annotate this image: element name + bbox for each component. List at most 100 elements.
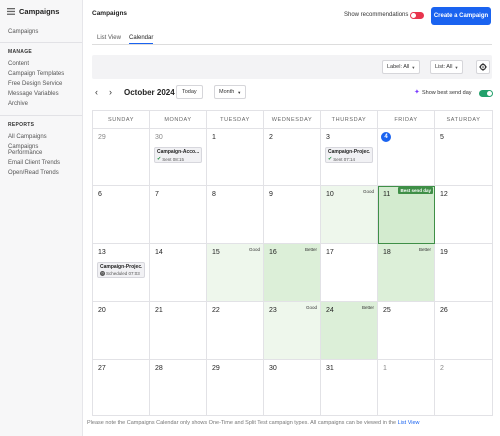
day-number: 2 xyxy=(440,365,444,372)
chevron-down-icon: ▼ xyxy=(237,89,242,95)
view-select[interactable]: Month ▼ xyxy=(214,85,247,99)
day-number: 28 xyxy=(155,365,163,372)
day-cell[interactable]: 25 xyxy=(378,302,435,360)
day-cell[interactable]: 12 xyxy=(435,186,492,244)
day-cell[interactable]: 7 xyxy=(150,186,207,244)
weekday-saturday: SATURDAY xyxy=(446,117,481,123)
sidebar-item-free-design-service[interactable]: Free Design Service xyxy=(0,79,82,89)
sidebar-item-email-client-trends[interactable]: Email Client Trends xyxy=(0,158,82,168)
day-cell-good[interactable]: 15 Good xyxy=(207,244,264,302)
prev-month-icon[interactable]: ‹ xyxy=(95,87,98,97)
day-number: 22 xyxy=(212,307,220,314)
sidebar-item-archive[interactable]: Archive xyxy=(0,99,82,109)
today-button[interactable]: Today xyxy=(176,85,203,99)
day-cell[interactable]: 19 xyxy=(435,244,492,302)
day-cell-best[interactable]: 11 Best send day xyxy=(378,186,435,244)
sidebar-brand: Campaigns xyxy=(0,0,82,22)
day-number: 29 xyxy=(98,134,106,141)
weekday-tuesday: TUESDAY xyxy=(207,111,264,129)
day-number: 9 xyxy=(269,191,273,198)
day-cell[interactable]: 29 xyxy=(207,360,264,415)
day-cell[interactable]: 9 xyxy=(264,186,321,244)
campaigns-icon xyxy=(7,7,15,15)
tab-calendar[interactable]: Calendar xyxy=(129,35,154,44)
campaign-event[interactable]: Campaign-Projec... ◷ Scheduled 07:03 xyxy=(97,262,145,278)
sidebar-item-open-read-trends[interactable]: Open/Read Trends xyxy=(0,168,82,178)
send-day-tag: Good xyxy=(248,247,260,252)
view-tabs: List View Calendar xyxy=(92,34,492,45)
day-cell-today[interactable]: 4 xyxy=(378,129,435,186)
sparkle-icon: ✦ xyxy=(414,89,420,96)
toggle-knob xyxy=(411,13,416,18)
list-view-link[interactable]: List View xyxy=(398,420,420,426)
best-send-day-label: Show best send day xyxy=(422,90,472,96)
sidebar-item-all-campaigns[interactable]: All Campaigns xyxy=(0,132,82,142)
day-number: 14 xyxy=(155,249,163,256)
day-cell[interactable]: 29 xyxy=(93,129,150,186)
sidebar-item-campaigns[interactable]: Campaigns xyxy=(0,27,82,37)
sidebar-section-manage: MANAGE xyxy=(8,49,33,55)
day-cell[interactable]: 22 xyxy=(207,302,264,360)
day-number: 2 xyxy=(269,134,273,141)
day-number: 6 xyxy=(98,191,102,198)
tab-list-view[interactable]: List View xyxy=(97,35,121,41)
day-cell[interactable]: 5 xyxy=(435,129,492,186)
sidebar-section-reports: REPORTS xyxy=(8,122,35,128)
calendar-grid: SUNDAY MONDAY TUESDAY WEDNESDAY THURSDAY… xyxy=(92,110,493,416)
day-number: 3 xyxy=(326,134,330,141)
day-cell-good[interactable]: 23 Good xyxy=(264,302,321,360)
day-cell[interactable]: 30 Campaign-Acco... ✔ Sent 08:15 xyxy=(150,129,207,186)
event-title: Campaign-Acco... xyxy=(157,149,199,155)
day-cell-better[interactable]: 24 Better xyxy=(321,302,378,360)
next-month-icon[interactable]: › xyxy=(109,87,112,97)
day-cell[interactable]: 20 xyxy=(93,302,150,360)
gear-icon xyxy=(479,63,487,71)
day-cell[interactable]: 17 xyxy=(321,244,378,302)
day-number: 30 xyxy=(155,134,163,141)
day-cell[interactable]: 14 xyxy=(150,244,207,302)
day-cell[interactable]: 28 xyxy=(150,360,207,415)
main-content: Campaigns Show recommendations Create a … xyxy=(84,0,500,436)
weekday-friday: FRIDAY xyxy=(378,111,435,129)
day-cell[interactable]: 2 xyxy=(435,360,492,415)
day-cell[interactable]: 3 Campaign-Projec... ✔ Sent 07:14 xyxy=(321,129,378,186)
label-filter-dropdown[interactable]: Label: All ▼ xyxy=(382,60,421,74)
day-number: 30 xyxy=(269,365,277,372)
day-number: 27 xyxy=(98,365,106,372)
day-cell[interactable]: 8 xyxy=(207,186,264,244)
sidebar-item-campaigns-performance[interactable]: Campaigns Performance xyxy=(0,142,82,158)
sidebar-item-content[interactable]: Content xyxy=(0,59,82,69)
weekday-wednesday: WEDNESDAY xyxy=(264,111,321,129)
sidebar-item-message-variables[interactable]: Message Variables xyxy=(0,89,82,99)
day-cell[interactable]: 1 xyxy=(378,360,435,415)
create-campaign-button[interactable]: Create a Campaign xyxy=(431,7,491,25)
day-number: 1 xyxy=(212,134,216,141)
weekday-header: SUNDAY MONDAY TUESDAY WEDNESDAY THURSDAY… xyxy=(93,111,492,129)
day-number: 1 xyxy=(383,365,387,372)
day-number: 5 xyxy=(440,134,444,141)
day-cell-good[interactable]: 10 Good xyxy=(321,186,378,244)
campaign-event[interactable]: Campaign-Projec... ✔ Sent 07:14 xyxy=(325,147,373,163)
toggle-knob xyxy=(487,91,492,96)
send-day-tag: Good xyxy=(362,189,374,194)
best-send-day-toggle[interactable] xyxy=(479,90,493,97)
send-day-tag: Better xyxy=(418,247,431,252)
day-cell[interactable]: 1 xyxy=(207,129,264,186)
sidebar-item-campaign-templates[interactable]: Campaign Templates xyxy=(0,69,82,79)
calendar-nav: ‹ › October 2024 Today Month ▼ ✦ Show be… xyxy=(92,85,493,101)
day-cell[interactable]: 30 xyxy=(264,360,321,415)
day-cell[interactable]: 6 xyxy=(93,186,150,244)
campaign-event[interactable]: Campaign-Acco... ✔ Sent 08:15 xyxy=(154,147,202,163)
list-filter-dropdown[interactable]: List: All ▼ xyxy=(430,60,464,74)
day-cell[interactable]: 21 xyxy=(150,302,207,360)
day-cell-better[interactable]: 18 Better xyxy=(378,244,435,302)
page-title: Campaigns xyxy=(92,10,128,17)
day-cell[interactable]: 27 xyxy=(93,360,150,415)
day-cell[interactable]: 31 xyxy=(321,360,378,415)
day-cell-better[interactable]: 16 Better xyxy=(264,244,321,302)
day-cell[interactable]: 2 xyxy=(264,129,321,186)
day-cell[interactable]: 26 xyxy=(435,302,492,360)
show-recommendations-toggle[interactable] xyxy=(410,12,424,19)
day-cell[interactable]: 13 Campaign-Projec... ◷ Scheduled 07:03 xyxy=(93,244,150,302)
settings-button[interactable] xyxy=(476,60,490,74)
